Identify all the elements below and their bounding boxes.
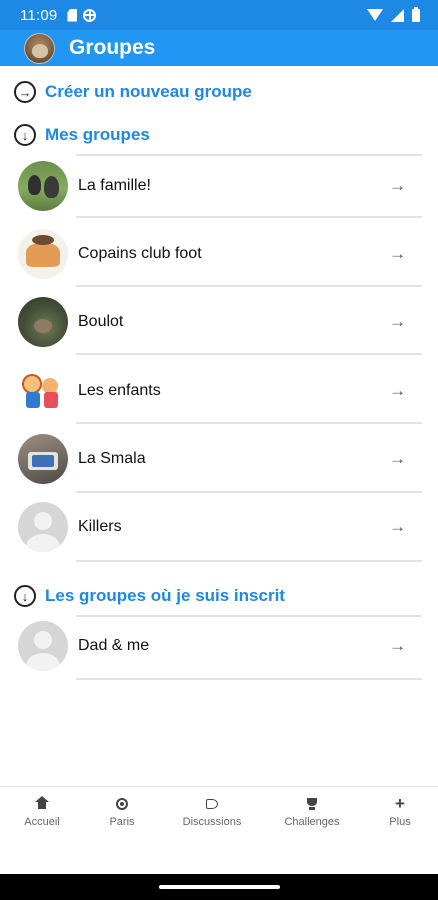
chat-icon (206, 799, 218, 809)
page-title: Groupes (69, 36, 156, 59)
system-gesture-bar (0, 874, 438, 900)
group-row[interactable]: Dad & me → (0, 613, 438, 679)
football-icon (116, 798, 128, 810)
create-group-label: Créer un nouveau groupe (45, 82, 252, 101)
group-row[interactable]: Copains club foot → (0, 221, 438, 287)
group-row[interactable]: La famille! → (0, 153, 438, 219)
groups-screen: 11:09 Groupes → Créer un nouveau groupe … (0, 0, 438, 900)
sim-card-icon (67, 8, 78, 22)
arrow-right-icon: → (389, 449, 406, 468)
group-name: La famille! (78, 177, 151, 194)
group-row[interactable]: Killers → (0, 494, 438, 560)
status-notification-icons (67, 8, 97, 22)
group-name: La Smala (78, 450, 146, 467)
arrow-right-icon: → (389, 381, 406, 400)
group-name: Les enfants (78, 382, 161, 399)
nav-label: Accueil (24, 816, 60, 828)
arrow-right-icon: → (389, 244, 406, 263)
nav-label: Paris (109, 816, 135, 828)
status-bar: 11:09 (0, 0, 438, 30)
divider (76, 678, 422, 680)
arrow-right-circle-icon: → (14, 81, 36, 103)
home-gesture-handle[interactable] (159, 885, 280, 889)
group-avatar (18, 229, 68, 279)
arrow-right-icon: → (389, 312, 406, 331)
group-row[interactable]: Boulot → (0, 289, 438, 355)
divider (76, 285, 422, 287)
group-avatar (18, 434, 68, 484)
location-icon (83, 8, 97, 22)
create-group-link[interactable]: → Créer un nouveau groupe (14, 79, 252, 105)
nav-item-paris[interactable]: Paris (82, 797, 162, 828)
group-name: Copains club foot (78, 245, 202, 262)
group-name: Dad & me (78, 637, 150, 654)
signal-icon (391, 8, 404, 22)
group-avatar (18, 161, 68, 211)
group-row[interactable]: La Smala → (0, 426, 438, 492)
nav-item-discussions[interactable]: Discussions (172, 797, 252, 828)
arrow-down-circle-icon: ↓ (14, 124, 36, 146)
my-groups-label: Mes groupes (45, 125, 150, 144)
nav-label: Discussions (182, 816, 242, 828)
divider (76, 491, 422, 493)
nav-label: Challenges (284, 816, 340, 828)
plus-icon: + (395, 794, 405, 813)
user-avatar[interactable] (24, 32, 55, 64)
arrow-down-circle-icon: ↓ (14, 585, 36, 607)
app-bar: Groupes (0, 30, 438, 66)
divider (76, 422, 422, 424)
nav-label: Plus (389, 816, 411, 828)
group-name: Killers (78, 518, 122, 535)
group-row[interactable]: Les enfants → (0, 358, 438, 424)
trophy-icon (306, 797, 318, 811)
status-time: 11:09 (20, 6, 58, 24)
group-avatar (18, 621, 68, 671)
divider (76, 560, 422, 562)
home-icon (35, 795, 49, 810)
nav-item-challenges[interactable]: Challenges (272, 797, 352, 828)
status-system-icons (367, 6, 420, 22)
my-groups-heading[interactable]: ↓ Mes groupes (14, 122, 150, 148)
subscribed-groups-label: Les groupes où je suis inscrit (45, 586, 285, 605)
battery-icon (412, 6, 420, 22)
group-avatar (18, 366, 68, 416)
group-avatar (18, 502, 68, 552)
bottom-navigation: Accueil Paris Discussions Challenges + P… (0, 786, 438, 874)
group-name: Boulot (78, 313, 124, 330)
group-avatar (18, 297, 68, 347)
arrow-right-icon: → (389, 517, 406, 536)
wifi-icon (367, 9, 383, 21)
nav-item-plus[interactable]: + Plus (360, 794, 438, 828)
arrow-right-icon: → (389, 176, 406, 195)
subscribed-groups-heading[interactable]: ↓ Les groupes où je suis inscrit (14, 583, 285, 609)
divider (76, 216, 422, 218)
divider (76, 353, 422, 355)
arrow-right-icon: → (389, 636, 406, 655)
nav-item-accueil[interactable]: Accueil (2, 795, 82, 828)
